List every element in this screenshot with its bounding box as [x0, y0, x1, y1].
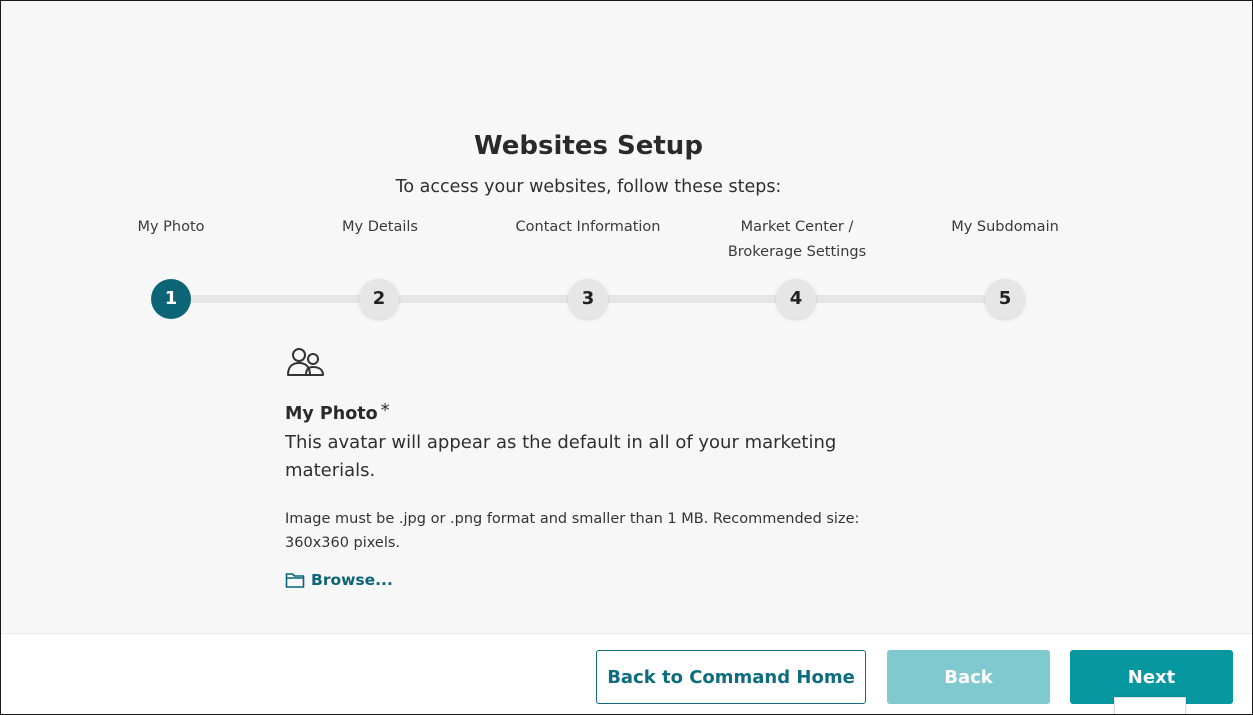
step-4-circle[interactable]: 4: [776, 279, 816, 319]
users-icon: [287, 348, 324, 376]
back-button[interactable]: Back: [887, 650, 1050, 704]
back-to-command-home-button[interactable]: Back to Command Home: [596, 650, 866, 704]
photo-description: This avatar will appear as the default i…: [285, 432, 837, 481]
step-2-label-line2: My Details: [342, 219, 418, 235]
step-4-label: Market Center / Brokerage Settings: [702, 215, 892, 265]
footer-bar: Back to Command Home Back Next: [1, 633, 1252, 714]
floating-widget-tab[interactable]: [1114, 697, 1186, 714]
next-button[interactable]: Next: [1070, 650, 1233, 704]
setup-window: Websites Setup To access your websites, …: [0, 0, 1253, 715]
progress-stepper: My Photo 1 My Details 2 Contact Informat…: [1, 1, 1252, 331]
step-4-label-line2: Brokerage Settings: [727, 244, 867, 260]
step-1-circle[interactable]: 1: [151, 279, 191, 319]
folder-icon: [285, 573, 305, 588]
step-5-circle[interactable]: 5: [985, 279, 1025, 319]
step-1-label-line2: My Photo: [137, 219, 205, 235]
step-1-label: My Photo: [76, 215, 266, 240]
step-5-label: My Subdomain: [910, 215, 1100, 240]
browse-label[interactable]: Browse...: [311, 571, 393, 589]
photo-field-title: My Photo *: [285, 400, 390, 424]
step-3-label-line2: Contact Information: [515, 219, 661, 235]
step-4-label-line1: Market Center /: [740, 219, 854, 235]
photo-requirements-note: Image must be .jpg or .png format and sm…: [285, 511, 860, 551]
step-2-circle[interactable]: 2: [359, 279, 399, 319]
required-mark: *: [380, 400, 390, 421]
step-3-circle[interactable]: 3: [568, 279, 608, 319]
browse-link[interactable]: Browse...: [285, 571, 393, 589]
photo-field-title-text: My Photo: [285, 404, 378, 424]
step-3-label: Contact Information: [493, 215, 683, 240]
step-5-label-line2: My Subdomain: [951, 219, 1059, 235]
step-2-label: My Details: [285, 215, 475, 240]
